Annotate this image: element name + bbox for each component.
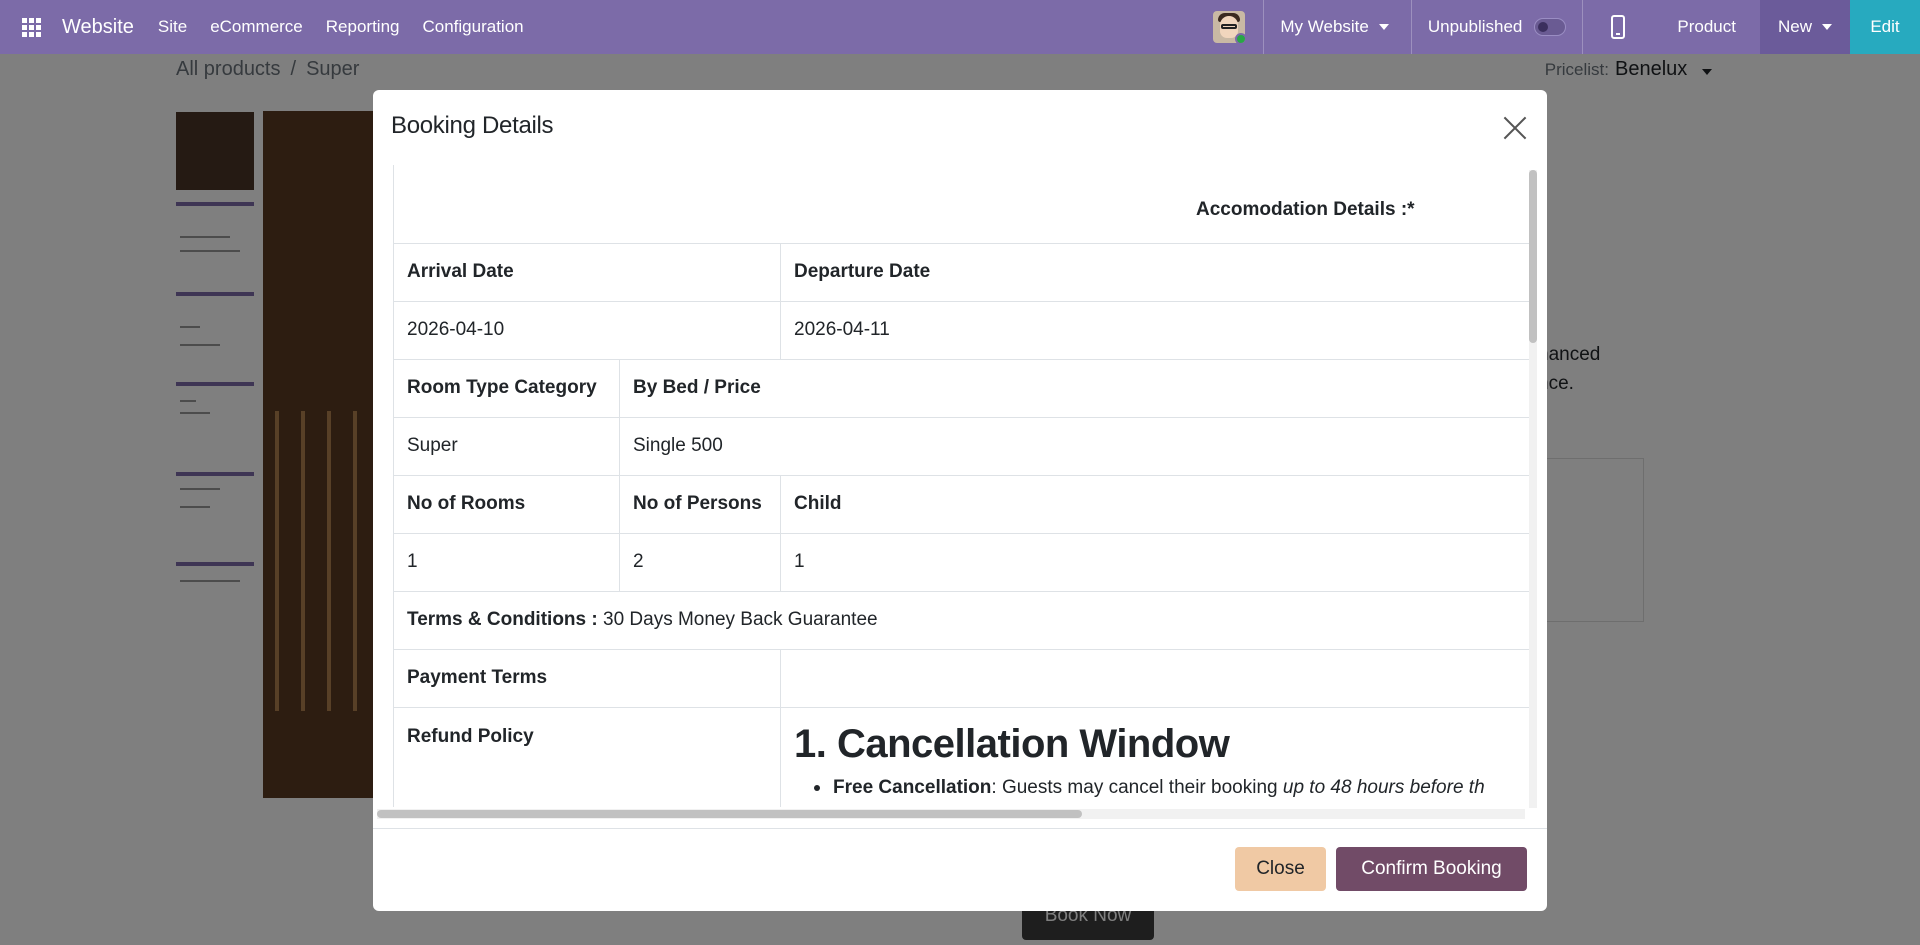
new-button-label: New <box>1777 17 1812 36</box>
payment-terms-label: Payment Terms <box>393 649 781 708</box>
publish-status-label: Unpublished <box>1427 17 1523 36</box>
refund-policy-label: Refund Policy <box>393 707 781 807</box>
table-row: Accomodation Details :* <box>393 165 1529 244</box>
persons-value: 2 <box>619 533 781 592</box>
modal-title: Booking Details <box>391 112 554 139</box>
scroll-thumb[interactable] <box>377 810 1082 818</box>
child-value: 1 <box>780 533 1529 592</box>
terms-cell: Terms & Conditions : 30 Days Money Back … <box>393 591 1529 650</box>
list-item: Free Cancellation: Guests may cancel the… <box>814 777 1516 799</box>
booking-details-table: Accomodation Details :* Arrival Date Dep… <box>393 165 1529 807</box>
child-label: Child <box>780 475 1529 534</box>
arrival-date-label: Arrival Date <box>393 243 781 302</box>
table-row: Payment Terms <box>393 649 1529 708</box>
product-button[interactable]: Product <box>1653 17 1760 37</box>
modal-header: Booking Details <box>373 90 1547 165</box>
chevron-down-icon <box>1378 24 1389 30</box>
chevron-down-icon <box>1822 24 1832 30</box>
free-cancellation-text: : Guests may cancel their booking <box>991 776 1283 798</box>
publish-switch[interactable] <box>1534 18 1567 36</box>
cancellation-heading: 1. Cancellation Window <box>794 721 1230 766</box>
price-value: Single 500 <box>619 417 1529 476</box>
menu-site[interactable]: Site <box>158 17 187 37</box>
table-row: Refund Policy 1. Cancellation Window Fre… <box>393 707 1529 807</box>
horizontal-scrollbar[interactable] <box>377 809 1525 819</box>
free-cancellation-italic: up to 48 hours before th <box>1282 776 1485 798</box>
menu-ecommerce[interactable]: eCommerce <box>210 17 303 37</box>
website-selector-label: My Website <box>1280 17 1369 36</box>
table-row: Terms & Conditions : 30 Days Money Back … <box>393 591 1529 650</box>
booking-details-modal: Booking Details Accomodation Details :* … <box>373 90 1547 911</box>
online-status-icon <box>1235 33 1246 43</box>
persons-label: No of Persons <box>619 475 781 534</box>
top-navbar: Website Site eCommerce Reporting Configu… <box>0 0 1920 54</box>
table-row: No of Rooms No of Persons Child <box>393 475 1529 534</box>
table-row: Room Type Category By Bed / Price <box>393 359 1529 418</box>
table-row: 2026-04-10 2026-04-11 <box>393 301 1529 360</box>
payment-terms-value <box>780 649 1529 708</box>
bullet-icon <box>814 784 820 791</box>
close-button[interactable]: Close <box>1235 847 1326 891</box>
mobile-preview-button[interactable] <box>1583 0 1653 54</box>
apps-menu-icon[interactable] <box>0 0 62 54</box>
publish-toggle[interactable]: Unpublished <box>1412 17 1583 37</box>
price-label: By Bed / Price <box>619 359 1529 418</box>
room-type-value: Super <box>393 417 620 476</box>
rooms-value: 1 <box>393 533 620 592</box>
departure-date-label: Departure Date <box>780 243 1529 302</box>
room-type-label: Room Type Category <box>393 359 620 418</box>
close-icon[interactable] <box>1501 114 1529 142</box>
table-row: 1 2 1 <box>393 533 1529 592</box>
edit-button[interactable]: Edit <box>1850 0 1920 54</box>
new-button[interactable]: New <box>1759 0 1850 54</box>
modal-footer: Close Confirm Booking <box>373 828 1547 911</box>
table-row: Super Single 500 <box>393 417 1529 476</box>
free-cancellation-label: Free Cancellation <box>833 776 992 798</box>
modal-body: Accomodation Details :* Arrival Date Dep… <box>391 165 1531 809</box>
rooms-label: No of Rooms <box>393 475 620 534</box>
menu-configuration[interactable]: Configuration <box>423 17 524 37</box>
refund-policy-content: 1. Cancellation Window Free Cancellation… <box>780 707 1529 807</box>
scroll-thumb[interactable] <box>1529 170 1537 343</box>
user-avatar[interactable] <box>1213 11 1246 43</box>
terms-label: Terms & Conditions : <box>407 609 598 630</box>
confirm-booking-button[interactable]: Confirm Booking <box>1336 847 1527 891</box>
departure-date-value: 2026-04-11 <box>780 301 1529 360</box>
app-brand[interactable]: Website <box>62 16 134 39</box>
arrival-date-value: 2026-04-10 <box>393 301 781 360</box>
mobile-phone-icon <box>1611 15 1626 39</box>
vertical-scrollbar[interactable] <box>1529 170 1537 808</box>
terms-value: 30 Days Money Back Guarantee <box>597 609 878 630</box>
accommodation-heading-cell: Accomodation Details :* <box>393 165 1529 244</box>
table-row: Arrival Date Departure Date <box>393 243 1529 302</box>
accommodation-heading: Accomodation Details :* <box>1196 199 1415 220</box>
website-selector[interactable]: My Website <box>1264 17 1411 37</box>
menu-reporting[interactable]: Reporting <box>326 17 400 37</box>
